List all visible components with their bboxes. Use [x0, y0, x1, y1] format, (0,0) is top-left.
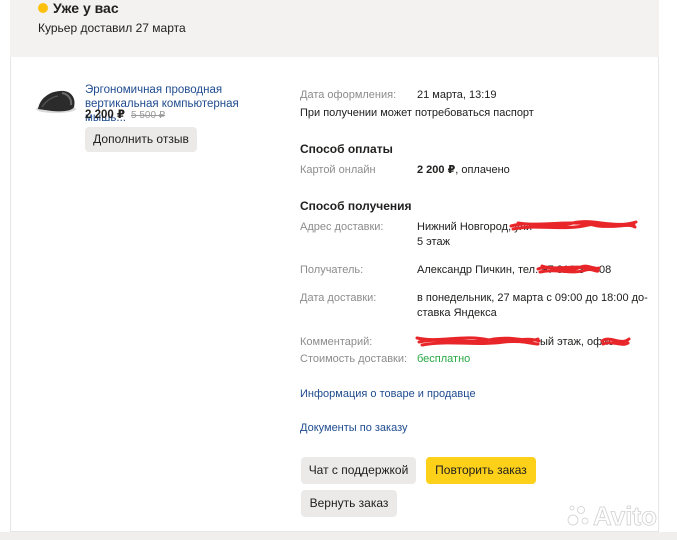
page-bottom-band [0, 532, 677, 540]
watermark-text: Avito [593, 501, 657, 530]
payment-status: , оплачено [455, 164, 510, 176]
delivery-date-line2: ставка Яндекса [417, 307, 497, 319]
return-order-button[interactable]: Вернуть заказ [301, 490, 397, 517]
payment-heading: Способ оплаты [300, 142, 393, 156]
comment-redaction [415, 336, 541, 347]
delivery-heading: Способ получения [300, 199, 412, 213]
comment-label: Комментарий: [300, 336, 373, 348]
status-subtitle: Курьер доставил 27 марта [38, 21, 186, 35]
support-chat-button[interactable]: Чат с поддержкой [301, 457, 416, 484]
delivery-date-line1: в понедельник, 27 марта с 09:00 до 18:00… [417, 292, 648, 304]
address-label: Адрес доставки: [300, 221, 384, 233]
repeat-order-button[interactable]: Повторить заказ [426, 457, 536, 484]
delivery-cost-label: Стоимость доставки: [300, 353, 408, 365]
avito-watermark: Avito [567, 501, 657, 530]
product-price: 2 200 ₽ [85, 109, 125, 121]
phone-redaction [536, 264, 601, 274]
add-review-button[interactable]: Дополнить отзыв [85, 127, 197, 152]
product-old-price: 5 500 ₽ [130, 110, 166, 121]
payment-method-label: Картой онлайн [300, 164, 376, 176]
order-date-value: 21 марта, 13:19 [417, 89, 497, 101]
passport-note: При получении может потребоваться паспор… [300, 107, 534, 119]
address-floor: 5 этаж [417, 236, 450, 248]
order-date-label: Дата оформления: [300, 89, 397, 101]
status-dot-icon [38, 3, 48, 13]
comment-tail-redaction [600, 337, 631, 346]
status-title: Уже у вас [53, 0, 119, 16]
delivery-date-label: Дата доставки: [300, 292, 377, 304]
payment-amount-row: 2 200 ₽, оплачено [417, 163, 510, 177]
order-documents-link[interactable]: Документы по заказу [300, 421, 408, 435]
address-redaction [509, 220, 638, 231]
vertical-mouse-icon[interactable] [32, 87, 78, 115]
product-info-link[interactable]: Информация о товаре и продавце [300, 387, 476, 401]
price-row: 2 200 ₽ 5 500 ₽ [85, 109, 165, 122]
recipient-label: Получатель: [300, 264, 364, 276]
payment-amount: 2 200 ₽ [417, 164, 456, 176]
delivery-cost-value: бесплатно [417, 353, 471, 365]
